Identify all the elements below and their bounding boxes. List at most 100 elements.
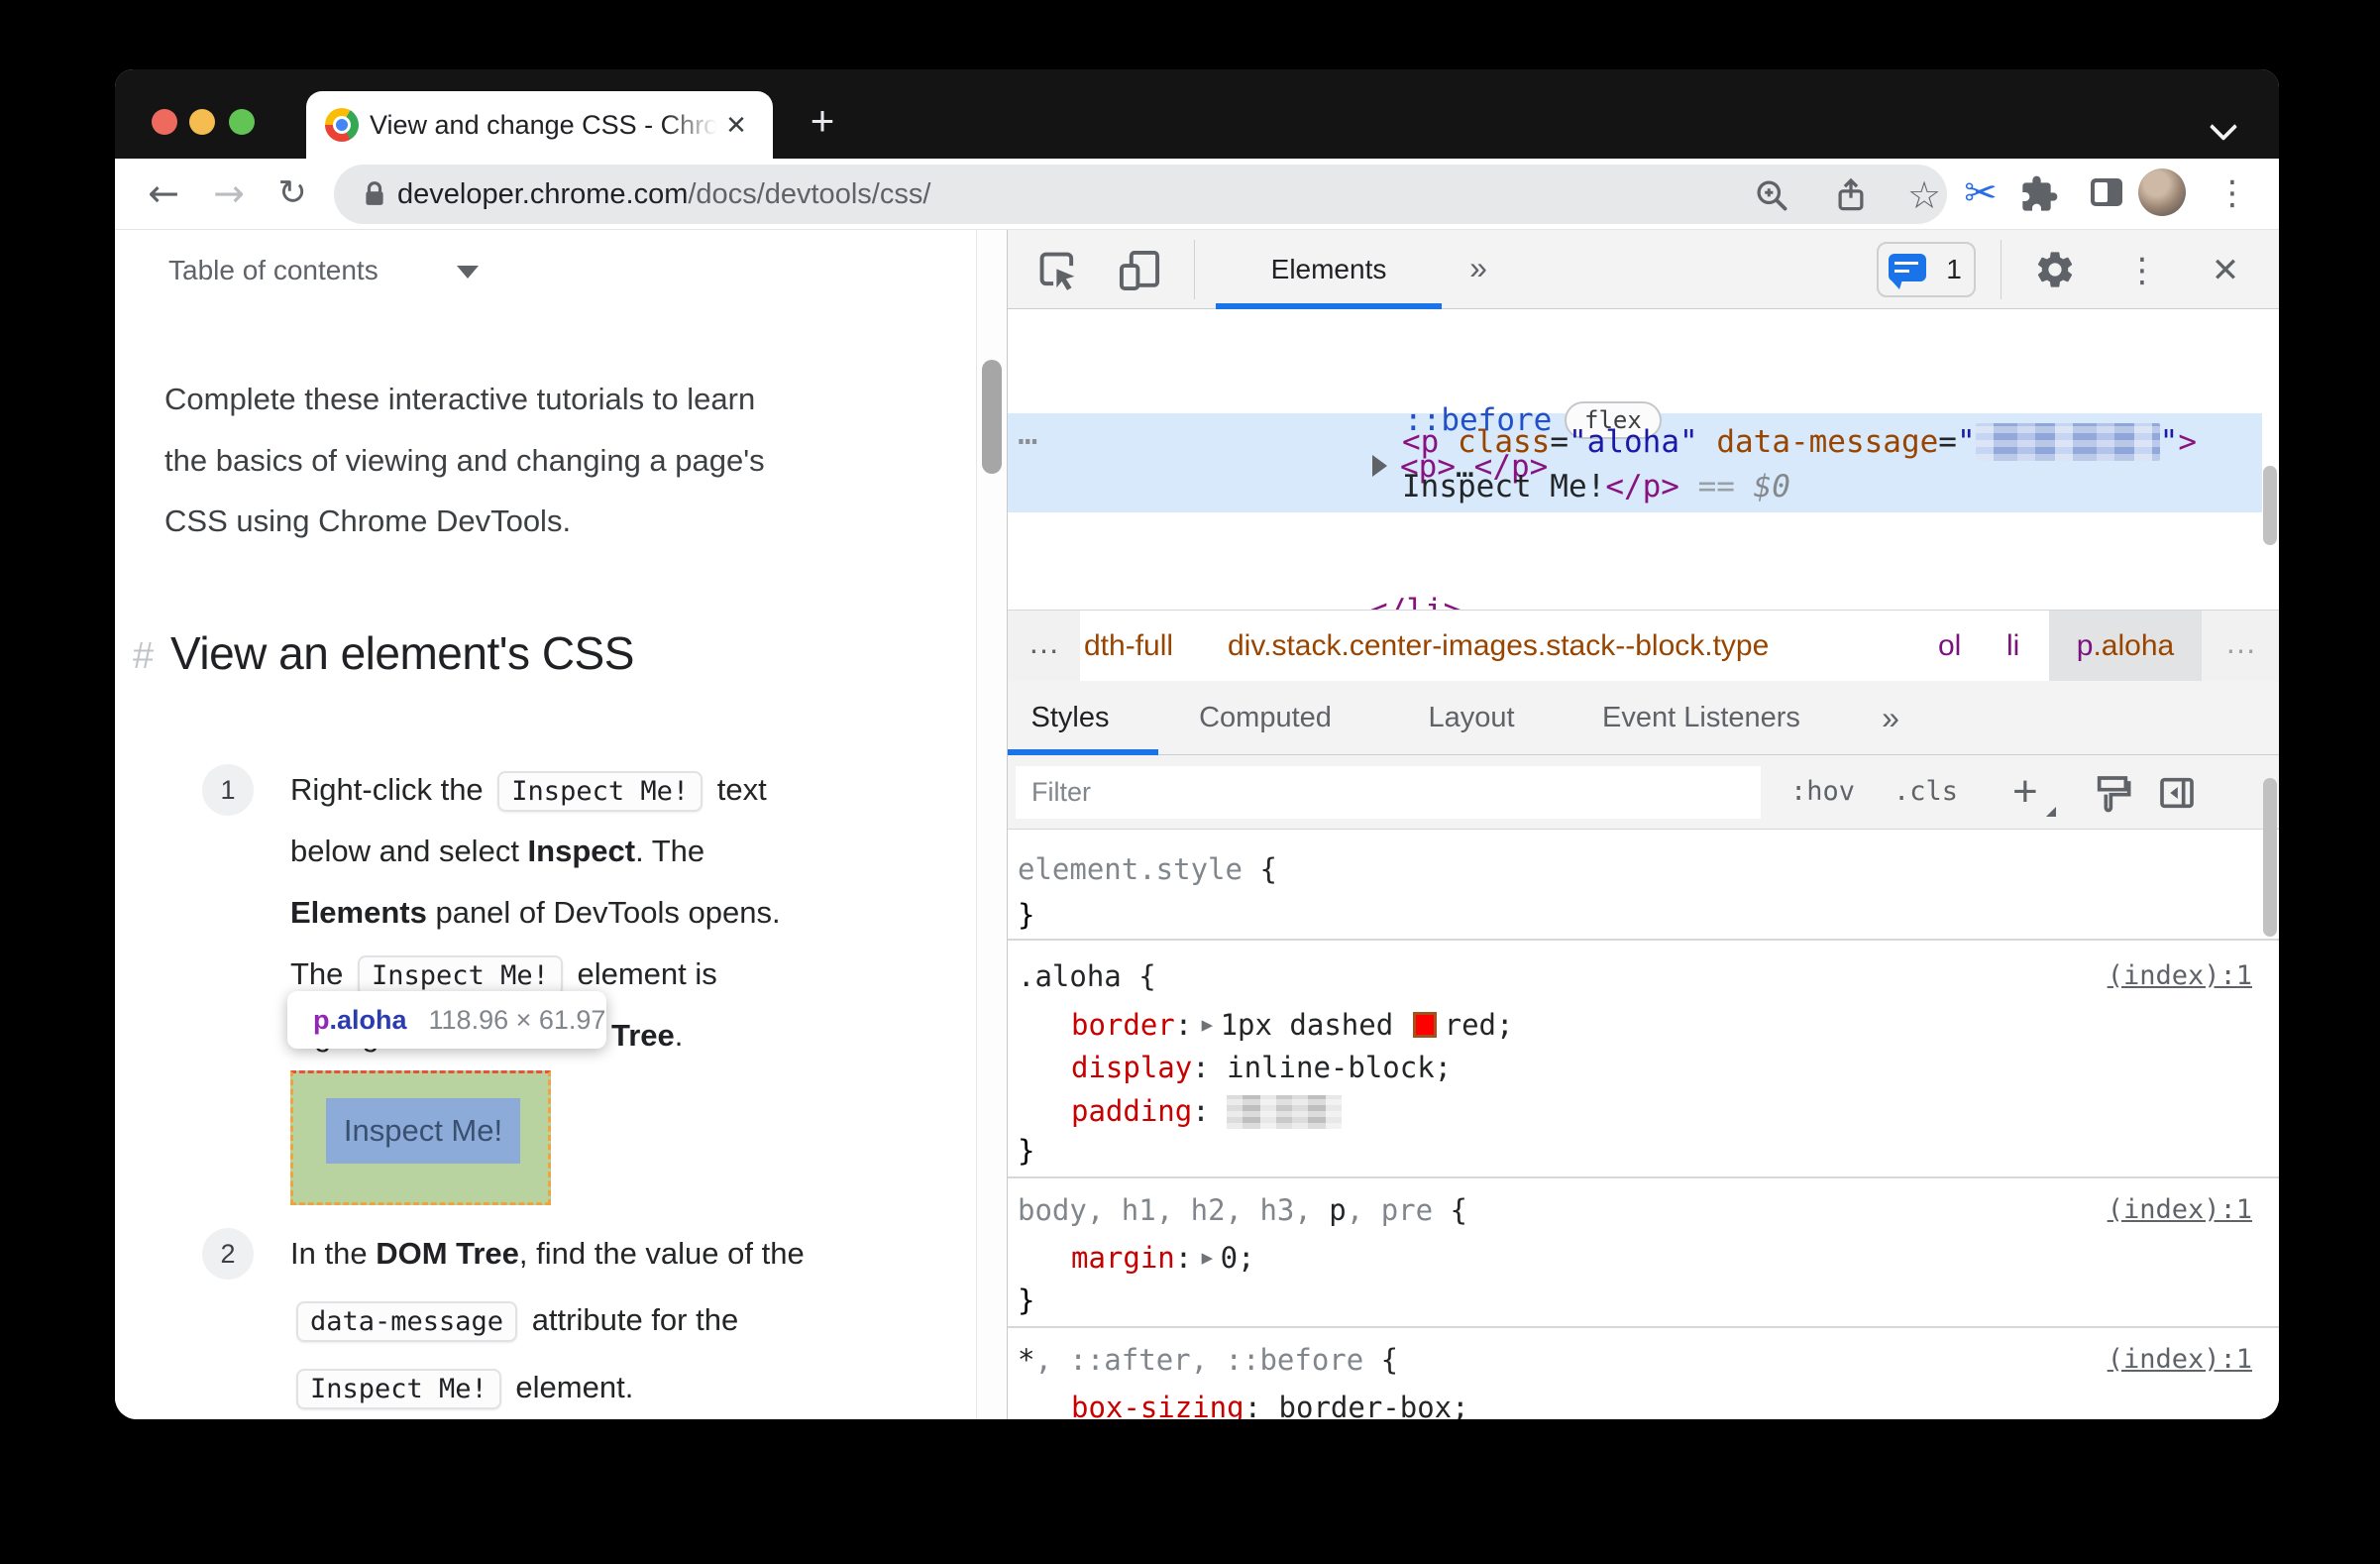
- tab-styles[interactable]: Styles: [1016, 681, 1125, 754]
- tab-layout[interactable]: Layout: [1402, 681, 1541, 754]
- dom-row-li-close[interactable]: </li>: [1369, 588, 1461, 610]
- expand-arrow-icon[interactable]: [1372, 455, 1387, 477]
- show-sidebar-panel-icon[interactable]: [2157, 773, 2197, 813]
- window-content: Table of contents Complete these interac…: [115, 230, 2279, 1419]
- styles-scrollbar-thumb[interactable]: [2263, 778, 2277, 937]
- url-path: /docs/devtools/css/: [688, 178, 931, 210]
- lock-icon[interactable]: [360, 179, 389, 211]
- inspect-element-icon[interactable]: [1035, 248, 1081, 293]
- page-heading: View an element's CSS: [170, 627, 634, 679]
- dom-tree: … ::before flex <p>…</p> <p class="aloha…: [1008, 309, 2279, 610]
- screenshot-stage: View and change CSS - Chrome ✕ + ← → ↻ d…: [0, 0, 2380, 1564]
- tab-close-icon[interactable]: ✕: [720, 109, 752, 141]
- toggle-hover-state-button[interactable]: :hov: [1790, 755, 1855, 829]
- rendering-brush-icon[interactable]: [2093, 773, 2132, 813]
- extensions-puzzle-icon[interactable]: [2019, 170, 2065, 216]
- breadcrumb-item[interactable]: li: [2006, 611, 2019, 681]
- css-property-box-sizing[interactable]: box-sizing: border-box;: [1071, 1386, 1469, 1419]
- rule-source-link[interactable]: (index):1: [2108, 1188, 2252, 1232]
- url-host: developer.chrome.com: [397, 178, 689, 210]
- toc-caret-icon[interactable]: [457, 266, 479, 279]
- css-property-margin[interactable]: margin: ▶ 0;: [1071, 1236, 1254, 1280]
- new-tab-button[interactable]: +: [801, 99, 844, 143]
- address-bar[interactable]: developer.chrome.com/docs/devtools/css/ …: [334, 165, 1947, 224]
- forward-button[interactable]: →: [206, 170, 252, 216]
- bookmark-star-icon[interactable]: ☆: [1905, 176, 1943, 214]
- breadcrumb-selected-text: p.aloha: [2076, 629, 2175, 662]
- rule-close-brace: }: [1018, 1134, 1035, 1168]
- more-panels-chevron[interactable]: »: [1456, 230, 1501, 308]
- issues-button[interactable]: 1: [1877, 242, 1976, 297]
- breadcrumb-overflow-left[interactable]: …: [1008, 611, 1080, 681]
- styles-filter-input[interactable]: [1016, 766, 1761, 819]
- share-icon[interactable]: [1832, 176, 1870, 214]
- dom-row-selected-line1[interactable]: <p class="aloha" data-message=" ">: [1402, 419, 2197, 465]
- dom-breadcrumbs: … dth-full div.stack.center-images.stack…: [1008, 610, 2279, 681]
- rule-source-link[interactable]: (index):1: [2108, 1338, 2252, 1382]
- rule-element-style-selector[interactable]: element.style {: [1018, 847, 1277, 891]
- breadcrumb-overflow-right[interactable]: …: [2202, 611, 2279, 681]
- zoom-window-button[interactable]: [229, 109, 255, 135]
- rule-universal-selector[interactable]: *, ::after, ::before {: [1018, 1338, 1398, 1382]
- inspect-me-text[interactable]: Inspect Me!: [326, 1098, 520, 1164]
- breadcrumb-item-selected[interactable]: p.aloha: [2049, 611, 2202, 681]
- step-1-line: below and select Inspect. The: [290, 834, 705, 868]
- new-style-rule-button[interactable]: +: [2012, 755, 2038, 829]
- rule-divider: [1008, 1326, 2279, 1328]
- css-property-border[interactable]: border: ▶ 1px dashed red;: [1071, 1003, 1513, 1047]
- minimize-window-button[interactable]: [189, 109, 215, 135]
- more-tabs-chevron[interactable]: »: [1868, 681, 1913, 754]
- issues-message-icon: [1889, 254, 1926, 281]
- browser-tab[interactable]: View and change CSS - Chrome ✕: [306, 91, 773, 159]
- devtools-close-icon[interactable]: ✕: [2203, 248, 2248, 293]
- device-toolbar-icon[interactable]: [1117, 248, 1162, 293]
- breadcrumb-item[interactable]: div.stack.center-images.stack--block.typ…: [1228, 611, 1769, 681]
- step-1-number: 1: [202, 764, 254, 816]
- step-2-line: In the DOM Tree, find the value of the: [290, 1236, 805, 1271]
- issues-message-tail: [1891, 279, 1902, 289]
- element-dimensions-tooltip: p.aloha 118.96 × 61.97: [287, 991, 606, 1049]
- tab-title: View and change CSS - Chrome: [370, 110, 716, 140]
- table-of-contents-button[interactable]: Table of contents: [168, 253, 379, 288]
- back-button[interactable]: ←: [141, 170, 186, 216]
- close-window-button[interactable]: [152, 109, 177, 135]
- url-text[interactable]: developer.chrome.com/docs/devtools/css/: [397, 165, 930, 224]
- rule-aloha-selector[interactable]: .aloha {: [1018, 954, 1156, 998]
- styles-tabbar: Styles Computed Layout Event Listeners »: [1008, 681, 2279, 755]
- tab-event-listeners[interactable]: Event Listeners: [1572, 681, 1830, 754]
- page-scrollbar[interactable]: [976, 230, 1007, 1419]
- page-scrollbar-thumb[interactable]: [982, 360, 1002, 474]
- tooltip-dimensions: 118.96 × 61.97: [428, 1005, 606, 1035]
- browser-toolbar: ← → ↻ developer.chrome.com/docs/devtools…: [115, 159, 2279, 230]
- side-panel-icon[interactable]: [2083, 170, 2128, 216]
- css-property-display[interactable]: display: inline-block;: [1071, 1046, 1452, 1089]
- dom-row-overflow-dots[interactable]: …: [1018, 413, 1039, 459]
- tab-search-chevron-icon[interactable]: [2212, 113, 2237, 139]
- inspect-me-highlighted-element[interactable]: Inspect Me!: [290, 1070, 551, 1205]
- breadcrumb-item[interactable]: dth-full: [1084, 611, 1173, 681]
- breadcrumb-item[interactable]: ol: [1938, 611, 1961, 681]
- toggle-class-button[interactable]: .cls: [1893, 755, 1958, 829]
- dom-scrollbar-thumb[interactable]: [2263, 466, 2277, 545]
- browser-menu-icon[interactable]: ⋮: [2210, 170, 2255, 216]
- zoom-icon[interactable]: [1753, 176, 1790, 214]
- tab-elements[interactable]: Elements: [1216, 230, 1442, 308]
- rule-close-brace: }: [1018, 1284, 1035, 1317]
- reload-button[interactable]: ↻: [270, 170, 315, 216]
- devtools-menu-icon[interactable]: ⋮: [2119, 248, 2165, 293]
- css-property-padding[interactable]: padding:: [1071, 1089, 1343, 1133]
- issues-count: 1: [1946, 254, 1962, 284]
- scissors-extension-icon[interactable]: ✂: [1958, 170, 2003, 216]
- step-1-line: Right-click the Inspect Me! text: [290, 768, 767, 812]
- dom-row-selected-line2[interactable]: Inspect Me!</p> == $0: [1402, 464, 1790, 509]
- profile-avatar[interactable]: [2138, 168, 2186, 216]
- rule-source-link[interactable]: (index):1: [2108, 954, 2252, 998]
- tab-computed[interactable]: Computed: [1166, 681, 1364, 754]
- styles-pane: element.style { } .aloha { (index):1 bor…: [1008, 830, 2279, 1419]
- rule-body-headings-selector[interactable]: body, h1, h2, h3, p, pre {: [1018, 1188, 1467, 1232]
- tooltip-pointer: [155, 285, 184, 303]
- heading-anchor-hash[interactable]: #: [133, 630, 154, 682]
- settings-gear-icon[interactable]: [2033, 248, 2079, 293]
- intro-line: CSS using Chrome DevTools.: [164, 503, 572, 538]
- new-style-rule-dropdown-corner: [2046, 807, 2056, 817]
